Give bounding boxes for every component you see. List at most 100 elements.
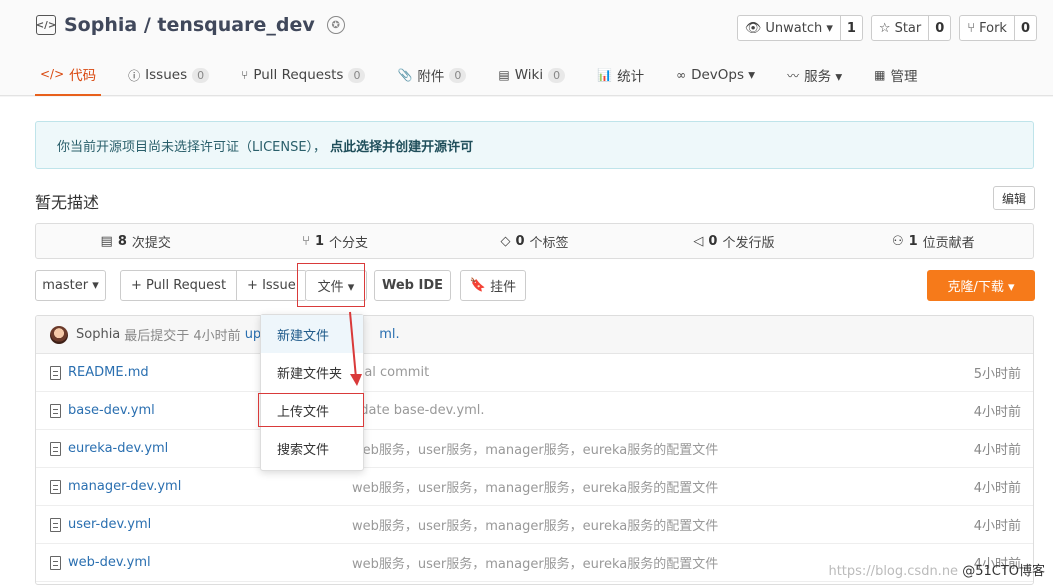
avatar[interactable] [50, 325, 68, 344]
commit-message[interactable]: up [245, 327, 262, 342]
tab-devops[interactable]: ∞ DevOps ▾ [671, 54, 760, 96]
table-row[interactable]: README.md itial commit 5小时前 [36, 354, 1033, 392]
repo-stats: ▤ 8 次提交 ⑂ 1 个分支 ◇ 0 个标签 ◁ 0 个发行版 ⚇ 1 位贡献者 [35, 223, 1034, 259]
stat-releases[interactable]: ◁ 0 个发行版 [634, 224, 833, 258]
tab-manage[interactable]: ▦ 管理 [869, 54, 922, 96]
star-count[interactable]: 0 [929, 16, 950, 40]
file-toolbar: master ▾ + Pull Request + Issue 文件 ▾ Web… [35, 263, 1035, 307]
table-row[interactable]: user-dev.yml web服务，user服务，manager服务，eurek… [36, 506, 1033, 544]
stat-commits[interactable]: ▤ 8 次提交 [36, 224, 235, 258]
file-name[interactable]: user-dev.yml [68, 517, 151, 532]
branch-select[interactable]: master ▾ [35, 270, 106, 301]
repo-header: </> Sophia / tensquare_dev ✪ 👁 Unwatch ▾ … [0, 0, 1053, 96]
repo-actions: 👁 Unwatch ▾ 1 ☆ Star 0 ⑂ Fork 0 [736, 15, 1037, 41]
file-time: 5小时前 [973, 367, 1021, 382]
table-row[interactable]: eureka-dev.yml web服务，user服务，manager服务，eur… [36, 430, 1033, 468]
repo-title-bar: </> Sophia / tensquare_dev ✪ [36, 14, 345, 36]
recommend-badge-icon[interactable]: ✪ [326, 16, 345, 34]
license-notice: 你当前开源项目尚未选择许可证（LICENSE）， 点此选择并创建开源许可 [35, 121, 1034, 169]
fork-button[interactable]: ⑂ Fork [960, 16, 1015, 40]
new-pull-request-button[interactable]: + Pull Request [121, 271, 238, 300]
tab-wiki[interactable]: ▤ Wiki 0 [493, 54, 570, 96]
watch-count[interactable]: 1 [841, 16, 862, 40]
book-icon: ▤ [498, 68, 510, 82]
file-commit-message[interactable]: web服务，user服务，manager服务，eureka服务的配置文件 [352, 477, 718, 496]
tab-pull-requests[interactable]: ⑂ Pull Requests 0 [236, 54, 370, 96]
watch-group[interactable]: 👁 Unwatch ▾ 1 [736, 15, 863, 41]
file-button-highlight [297, 263, 365, 307]
commit-message-tail[interactable]: ml. [379, 327, 399, 342]
file-name[interactable]: web-dev.yml [68, 555, 151, 570]
file-commit-message[interactable]: pdate base-dev.yml. [352, 403, 485, 418]
pr-issue-group: + Pull Request + Issue [120, 270, 307, 301]
commit-author[interactable]: Sophia [76, 327, 120, 342]
tab-attachments[interactable]: 📎 附件 0 [392, 54, 471, 96]
file-icon [50, 479, 61, 494]
tab-issues[interactable]: ⓘ Issues 0 [123, 54, 214, 96]
file-name[interactable]: manager-dev.yml [68, 479, 181, 494]
watermark: https://blog.csdn.ne @51CTO博客 [828, 564, 1045, 579]
main-content: 你当前开源项目尚未选择许可证（LICENSE）， 点此选择并创建开源许可 暂无描… [0, 97, 1053, 585]
star-group[interactable]: ☆ Star 0 [870, 15, 952, 41]
star-icon: ☆ [878, 20, 891, 36]
commit-icon: ▤ [100, 233, 113, 249]
infinity-icon: ∞ [676, 68, 687, 82]
clone-download-button[interactable]: 克隆/下载 ▾ [927, 270, 1035, 301]
file-name[interactable]: base-dev.yml [68, 403, 155, 418]
widget-button[interactable]: 🔖 挂件 [460, 270, 526, 301]
stat-tags[interactable]: ◇ 0 个标签 [435, 224, 634, 258]
stat-contributors[interactable]: ⚇ 1 位贡献者 [834, 224, 1033, 258]
fork-group[interactable]: ⑂ Fork 0 [959, 15, 1037, 41]
watch-button[interactable]: 👁 Unwatch ▾ [738, 16, 841, 40]
file-icon [50, 441, 61, 456]
tag-icon: ◇ [500, 233, 511, 249]
file-time: 4小时前 [973, 481, 1021, 496]
new-issue-button[interactable]: + Issue [237, 271, 306, 300]
latest-commit-row: Sophia 最后提交于 4小时前 up ml. [36, 316, 1033, 354]
menu-item-search-file[interactable]: 搜索文件 [261, 429, 363, 467]
web-ide-button[interactable]: Web IDE [374, 270, 451, 301]
license-create-link[interactable]: 点此选择并创建开源许可 [330, 136, 473, 155]
file-time: 4小时前 [973, 405, 1021, 420]
edit-description-button[interactable]: 编辑 [993, 186, 1035, 210]
file-name[interactable]: README.md [68, 365, 149, 380]
branch-icon: ⑂ [302, 233, 310, 249]
tab-code[interactable]: </> 代码 [35, 54, 102, 96]
file-commit-message[interactable]: web服务，user服务，manager服务，eureka服务的配置文件 [352, 439, 718, 458]
upload-file-highlight [258, 393, 364, 427]
annotation-arrow-icon [349, 311, 362, 386]
contributors-icon: ⚇ [891, 233, 904, 249]
file-icon [50, 365, 61, 380]
release-icon: ◁ [693, 233, 704, 249]
eye-icon: 👁 [744, 20, 762, 36]
table-row[interactable]: manager-dev.yml web服务，user服务，manager服务，eu… [36, 468, 1033, 506]
file-time: 4小时前 [973, 519, 1021, 534]
file-icon [50, 403, 61, 418]
pull-request-icon: ⑂ [241, 68, 249, 82]
tab-services[interactable]: 〰服务 ▾ [782, 54, 847, 96]
code-icon: </> [40, 67, 65, 81]
pulse-icon: 〰 [787, 68, 800, 83]
fork-icon: ⑂ [967, 20, 976, 36]
file-icon [50, 517, 61, 532]
file-name[interactable]: eureka-dev.yml [68, 441, 168, 456]
file-commit-message[interactable]: web服务，user服务，manager服务，eureka服务的配置文件 [352, 515, 718, 534]
bookmark-icon: 🔖 [469, 278, 487, 293]
repo-description: 暂无描述 [35, 193, 100, 212]
file-commit-message[interactable]: web服务，user服务，manager服务，eureka服务的配置文件 [352, 553, 718, 572]
table-row[interactable]: base-dev.yml pdate base-dev.yml. 4小时前 [36, 392, 1033, 430]
paperclip-icon: 📎 [397, 68, 413, 82]
file-time: 4小时前 [973, 443, 1021, 458]
issue-icon: ⓘ [128, 68, 141, 83]
repo-title[interactable]: Sophia / tensquare_dev [64, 14, 315, 36]
fork-count[interactable]: 0 [1015, 16, 1036, 40]
stat-branches[interactable]: ⑂ 1 个分支 [235, 224, 434, 258]
commit-time: 最后提交于 4小时前 [124, 329, 241, 344]
code-repo-icon: </> [36, 15, 56, 35]
bar-chart-icon: 📊 [597, 68, 613, 82]
tab-stats[interactable]: 📊 统计 [592, 54, 649, 96]
repo-tabs: </> 代码 ⓘ Issues 0 ⑂ Pull Requests 0 📎 附件 0 ▤ Wik… [35, 54, 945, 96]
star-button[interactable]: ☆ Star [872, 16, 930, 40]
file-icon [50, 555, 61, 570]
settings-icon: ▦ [874, 68, 886, 82]
